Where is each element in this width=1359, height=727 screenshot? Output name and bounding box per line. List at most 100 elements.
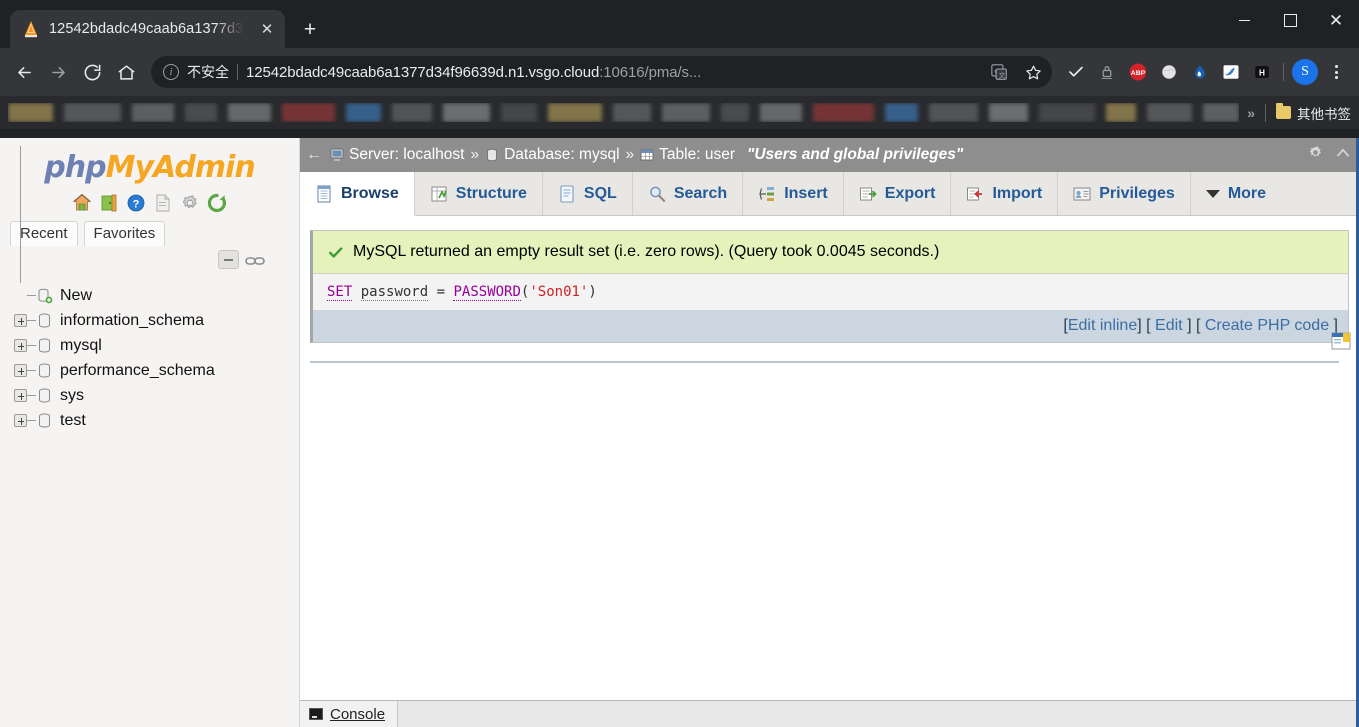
- bookmark-item[interactable]: [989, 103, 1029, 122]
- breadcrumb-server[interactable]: Server: localhost: [349, 146, 464, 164]
- translate-icon[interactable]: G 文: [986, 59, 1012, 85]
- back-to-previous-icon[interactable]: ←: [306, 146, 322, 164]
- bookmark-item[interactable]: [500, 103, 537, 122]
- tab-import[interactable]: Import: [951, 172, 1059, 215]
- bookmark-item[interactable]: [547, 103, 603, 122]
- other-bookmarks-label[interactable]: 其他书签: [1297, 103, 1351, 123]
- create-php-code-link[interactable]: Create PHP code: [1205, 317, 1329, 334]
- tab-close-icon[interactable]: ✕: [255, 17, 279, 41]
- tab-structure[interactable]: Structure: [415, 172, 543, 215]
- window-maximize-button[interactable]: [1267, 0, 1313, 40]
- settings-icon[interactable]: [180, 193, 200, 213]
- bookmark-item[interactable]: [1039, 103, 1095, 122]
- database-name-label[interactable]: mysql: [60, 337, 102, 355]
- address-bar[interactable]: i 不安全 12542bdadc49caab6a1377d34f96639d.n…: [151, 56, 1052, 88]
- database-tree-item[interactable]: New: [14, 283, 299, 308]
- documentation-icon[interactable]: [153, 193, 173, 213]
- bookmark-item[interactable]: [720, 103, 750, 122]
- bookmark-item[interactable]: [227, 103, 272, 122]
- bookmark-item[interactable]: [64, 103, 122, 122]
- database-name-label[interactable]: information_schema: [60, 312, 204, 330]
- site-info-icon[interactable]: i: [163, 64, 179, 80]
- tab-insert[interactable]: Insert: [743, 172, 844, 215]
- logout-icon[interactable]: [99, 193, 119, 213]
- privacy-badger-extension-icon[interactable]: [1092, 57, 1122, 87]
- water-drop-extension-icon[interactable]: [1185, 57, 1215, 87]
- gear-icon[interactable]: [1307, 144, 1324, 166]
- database-tree-item[interactable]: test: [14, 408, 299, 433]
- collapse-all-button[interactable]: [218, 250, 239, 269]
- browser-tab[interactable]: 12542bdadc49caab6a1377d34 ✕: [10, 10, 285, 48]
- edit-inline-link[interactable]: Edit inline: [1068, 317, 1137, 334]
- console-toggle-button[interactable]: Console: [300, 701, 399, 727]
- window-minimize-button[interactable]: [1221, 0, 1267, 40]
- expand-database-icon[interactable]: [14, 389, 27, 402]
- new-tab-button[interactable]: +: [295, 14, 325, 44]
- collapse-icon[interactable]: [1335, 145, 1351, 166]
- home-icon[interactable]: [72, 193, 92, 213]
- expand-database-icon[interactable]: [14, 414, 27, 427]
- phpmyadmin-favicon: [22, 20, 40, 38]
- bookmark-item[interactable]: [661, 103, 710, 122]
- profile-avatar[interactable]: S: [1290, 57, 1320, 87]
- breadcrumb-table[interactable]: Table: user: [659, 146, 735, 164]
- link-with-main-panel-icon[interactable]: [245, 254, 265, 266]
- expand-database-icon[interactable]: [14, 314, 27, 327]
- h-badge-extension-icon[interactable]: H: [1247, 57, 1277, 87]
- kebab-menu-icon[interactable]: [1321, 57, 1351, 87]
- tab-browse[interactable]: Browse: [300, 172, 415, 216]
- database-name-label[interactable]: sys: [60, 387, 84, 405]
- expand-database-icon[interactable]: [14, 364, 27, 377]
- bookmark-item[interactable]: [613, 103, 651, 122]
- refresh-icon[interactable]: [207, 193, 227, 213]
- sidebar-tab-favorites[interactable]: Favorites: [83, 221, 166, 246]
- bookmarks-bar: » 其他书签: [0, 96, 1359, 129]
- bookmark-item[interactable]: [928, 103, 979, 122]
- bookmark-item[interactable]: [132, 103, 175, 122]
- chevron-down-icon: [1205, 189, 1220, 198]
- tab-sql[interactable]: SQL: [543, 172, 633, 215]
- query-bookmark-icon[interactable]: [1331, 332, 1351, 350]
- bird-extension-icon[interactable]: [1216, 57, 1246, 87]
- expand-database-icon[interactable]: [14, 339, 27, 352]
- database-name-label[interactable]: New: [60, 287, 92, 305]
- breadcrumb-database[interactable]: Database: mysql: [504, 146, 619, 164]
- bookmark-item[interactable]: [760, 103, 803, 122]
- window-close-button[interactable]: ✕: [1313, 0, 1359, 40]
- database-name-label[interactable]: performance_schema: [60, 362, 215, 380]
- bookmark-item[interactable]: [813, 103, 874, 122]
- bookmark-item[interactable]: [391, 103, 433, 122]
- bookmark-item[interactable]: [282, 103, 336, 122]
- bookmark-items-blurred[interactable]: [8, 103, 1240, 122]
- phpmyadmin-logo[interactable]: phpMyAdmin: [0, 138, 299, 189]
- tab-export[interactable]: Export: [844, 172, 952, 215]
- bookmark-item[interactable]: [443, 103, 490, 122]
- reload-icon[interactable]: [76, 56, 108, 88]
- checkmark-extension-icon[interactable]: [1061, 57, 1091, 87]
- bookmarks-overflow-button[interactable]: »: [1247, 105, 1255, 121]
- edit-link[interactable]: Edit: [1155, 317, 1183, 334]
- bookmark-item[interactable]: [346, 103, 381, 122]
- bookmark-item[interactable]: [1147, 103, 1193, 122]
- back-icon[interactable]: [8, 56, 40, 88]
- bookmark-item[interactable]: [1203, 103, 1240, 122]
- globe-extension-icon[interactable]: [1154, 57, 1184, 87]
- help-icon[interactable]: ?: [126, 193, 146, 213]
- star-icon[interactable]: [1020, 59, 1046, 85]
- database-tree-item[interactable]: performance_schema: [14, 358, 299, 383]
- sql-query-line[interactable]: SET password = PASSWORD('Son01'): [313, 274, 1348, 310]
- database-name-label[interactable]: test: [60, 412, 86, 430]
- tab-search[interactable]: Search: [633, 172, 744, 215]
- tab-more[interactable]: More: [1191, 172, 1281, 215]
- database-tree-item[interactable]: information_schema: [14, 308, 299, 333]
- database-tree-item[interactable]: sys: [14, 383, 299, 408]
- bookmark-item[interactable]: [8, 103, 54, 122]
- bookmark-item[interactable]: [1105, 103, 1137, 122]
- database-tree-item[interactable]: mysql: [14, 333, 299, 358]
- bookmark-item[interactable]: [884, 103, 918, 122]
- bookmark-item[interactable]: [185, 103, 217, 122]
- forward-icon[interactable]: [42, 56, 74, 88]
- home-icon[interactable]: [110, 56, 142, 88]
- tab-privileges[interactable]: Privileges: [1058, 172, 1191, 215]
- adblock-plus-extension-icon[interactable]: ABP: [1123, 57, 1153, 87]
